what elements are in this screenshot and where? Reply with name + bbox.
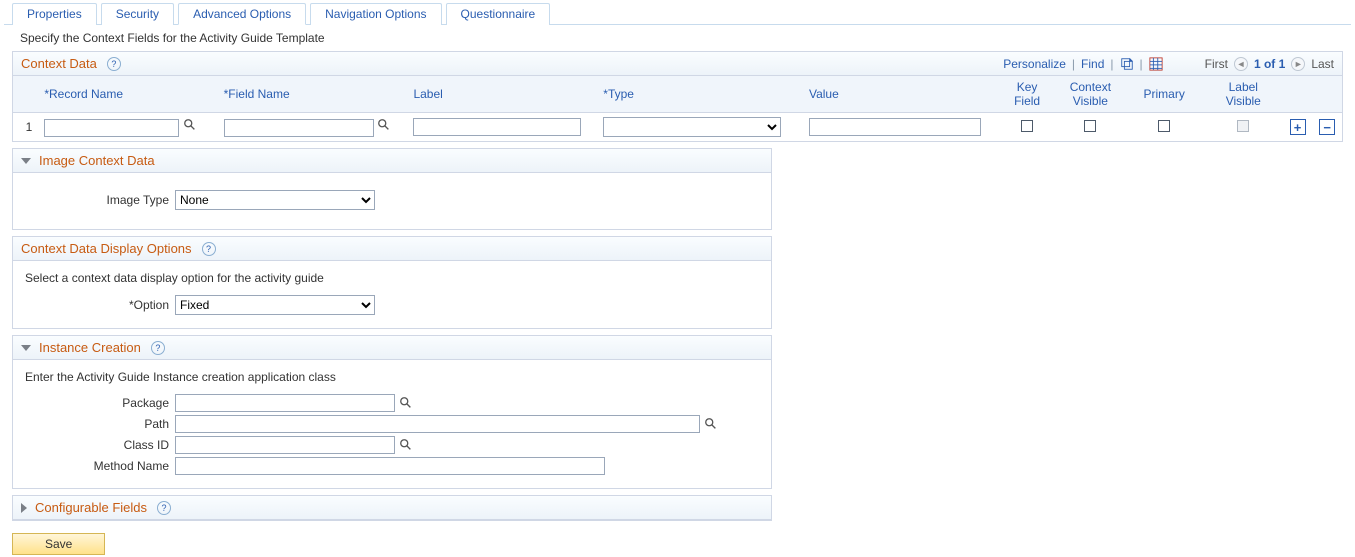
- instance-creation-section: Instance Creation ? Enter the Activity G…: [12, 335, 772, 489]
- download-icon[interactable]: [1120, 57, 1134, 71]
- configurable-fields-section: Configurable Fields ?: [12, 495, 772, 521]
- find-link[interactable]: Find: [1081, 57, 1104, 71]
- lookup-icon[interactable]: [183, 118, 197, 132]
- col-label[interactable]: Label: [407, 76, 597, 113]
- table-row: 1: [13, 113, 1342, 142]
- display-options-title: Context Data Display Options: [21, 241, 192, 256]
- col-primary[interactable]: Primary: [1125, 76, 1204, 113]
- col-field-name[interactable]: *Field Name: [218, 76, 408, 113]
- primary-checkbox[interactable]: [1158, 120, 1170, 132]
- prev-icon[interactable]: ◄: [1234, 57, 1248, 71]
- instance-creation-title: Instance Creation: [39, 340, 141, 355]
- collapse-icon[interactable]: [21, 158, 31, 164]
- lookup-icon[interactable]: [377, 118, 391, 132]
- image-context-title: Image Context Data: [39, 153, 155, 168]
- col-type[interactable]: *Type: [597, 76, 803, 113]
- context-data-title: Context Data: [21, 56, 97, 71]
- tab-questionnaire[interactable]: Questionnaire: [446, 3, 551, 25]
- context-data-section: Context Data ? Personalize | Find | | Fi…: [12, 51, 1343, 142]
- method-name-input[interactable]: [175, 457, 605, 475]
- next-icon[interactable]: ►: [1291, 57, 1305, 71]
- lookup-icon[interactable]: [399, 396, 413, 410]
- configurable-fields-title: Configurable Fields: [35, 500, 147, 515]
- expand-icon[interactable]: [21, 503, 27, 513]
- grid-first[interactable]: First: [1205, 57, 1228, 71]
- tab-advanced-options[interactable]: Advanced Options: [178, 3, 306, 25]
- label-input[interactable]: [413, 118, 581, 136]
- type-select[interactable]: [603, 117, 781, 137]
- record-name-input[interactable]: [44, 119, 179, 137]
- help-icon[interactable]: ?: [107, 57, 121, 71]
- path-input[interactable]: [175, 415, 700, 433]
- add-row-button[interactable]: +: [1290, 119, 1306, 135]
- tab-security[interactable]: Security: [101, 3, 174, 25]
- tab-navigation-options[interactable]: Navigation Options: [310, 3, 441, 25]
- method-name-label: Method Name: [25, 459, 175, 473]
- page-instruction: Specify the Context Fields for the Activ…: [4, 25, 1351, 51]
- tab-properties[interactable]: Properties: [12, 3, 97, 25]
- delete-row-button[interactable]: −: [1319, 119, 1335, 135]
- col-record-name[interactable]: *Record Name: [38, 76, 217, 113]
- help-icon[interactable]: ?: [151, 341, 165, 355]
- key-field-checkbox[interactable]: [1021, 120, 1033, 132]
- grid-last[interactable]: Last: [1311, 57, 1334, 71]
- col-value[interactable]: Value: [803, 76, 998, 113]
- field-name-input[interactable]: [224, 119, 374, 137]
- grid-action-bar: Personalize | Find | | First ◄ 1 of 1 ► …: [1003, 57, 1334, 71]
- display-options-desc: Select a context data display option for…: [25, 271, 759, 285]
- image-type-label: Image Type: [25, 193, 175, 207]
- option-select[interactable]: Fixed: [175, 295, 375, 315]
- lookup-icon[interactable]: [399, 438, 413, 452]
- context-visible-checkbox[interactable]: [1084, 120, 1096, 132]
- col-context-visible[interactable]: Context Visible: [1056, 76, 1125, 113]
- image-type-select[interactable]: None: [175, 190, 375, 210]
- display-options-section: Context Data Display Options ? Select a …: [12, 236, 772, 329]
- image-context-section: Image Context Data Image Type None: [12, 148, 772, 230]
- instance-creation-desc: Enter the Activity Guide Instance creati…: [25, 370, 759, 384]
- col-key-field[interactable]: Key Field: [998, 76, 1056, 113]
- personalize-link[interactable]: Personalize: [1003, 57, 1066, 71]
- tab-bar: Properties Security Advanced Options Nav…: [4, 2, 1351, 25]
- grid-range: 1 of 1: [1254, 57, 1285, 71]
- col-label-visible[interactable]: Label Visible: [1204, 76, 1283, 113]
- class-id-input[interactable]: [175, 436, 395, 454]
- package-input[interactable]: [175, 394, 395, 412]
- package-label: Package: [25, 396, 175, 410]
- class-id-label: Class ID: [25, 438, 175, 452]
- save-button[interactable]: Save: [12, 533, 105, 555]
- value-input[interactable]: [809, 118, 981, 136]
- option-label: *Option: [25, 298, 175, 312]
- lookup-icon[interactable]: [704, 417, 718, 431]
- label-visible-checkbox: [1237, 120, 1249, 132]
- path-label: Path: [25, 417, 175, 431]
- help-icon[interactable]: ?: [202, 242, 216, 256]
- grid-icon[interactable]: [1149, 57, 1163, 71]
- context-data-grid: *Record Name *Field Name Label *Type Val…: [13, 76, 1342, 141]
- row-number: 1: [13, 113, 38, 142]
- help-icon[interactable]: ?: [157, 501, 171, 515]
- collapse-icon[interactable]: [21, 345, 31, 351]
